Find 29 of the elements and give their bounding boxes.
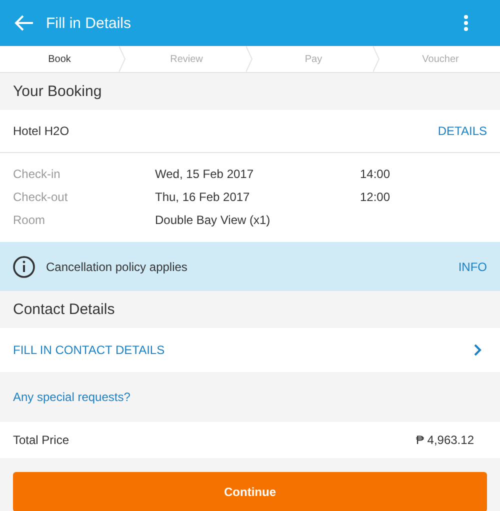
notice-text: Cancellation policy applies: [46, 260, 188, 274]
section-heading: Contact Details: [12, 300, 116, 320]
detail-value: Wed, 15 Feb 2017: [155, 167, 255, 181]
detail-label: Room: [13, 213, 46, 227]
continue-button[interactable]: Continue: [13, 472, 487, 511]
detail-time: 14:00: [360, 167, 392, 181]
hotel-name: Hotel H2O: [13, 124, 70, 138]
step-tab[interactable]: Voucher: [381, 54, 500, 64]
chevron-right-icon: [474, 344, 482, 356]
info-icon: [13, 256, 35, 278]
detail-time: 12:00: [360, 190, 392, 204]
details-link[interactable]: DETAILS: [438, 124, 487, 138]
total-amount: ₱ 4,963.12: [416, 433, 474, 447]
detail-label: Check-in: [13, 167, 62, 181]
special-requests-link[interactable]: Any special requests?: [13, 390, 130, 404]
more-options-icon[interactable]: [464, 15, 468, 31]
contact-details-link[interactable]: FILL IN CONTACT DETAILS: [13, 343, 165, 357]
step-tab[interactable]: Review: [127, 54, 246, 64]
info-link[interactable]: INFO: [458, 260, 487, 274]
detail-value: Double Bay View (x1): [155, 213, 272, 227]
detail-value: Thu, 16 Feb 2017: [155, 190, 251, 204]
step-tab[interactable]: Pay: [254, 54, 373, 64]
back-arrow-icon[interactable]: [14, 15, 34, 31]
contact-details-row[interactable]: FILL IN CONTACT DETAILS: [0, 328, 500, 372]
screen-title: Fill in Details: [46, 14, 132, 32]
total-label: Total Price: [13, 433, 70, 447]
section-heading: Your Booking: [12, 82, 103, 102]
detail-label: Check-out: [13, 190, 69, 204]
step-tab[interactable]: Book: [0, 54, 119, 64]
